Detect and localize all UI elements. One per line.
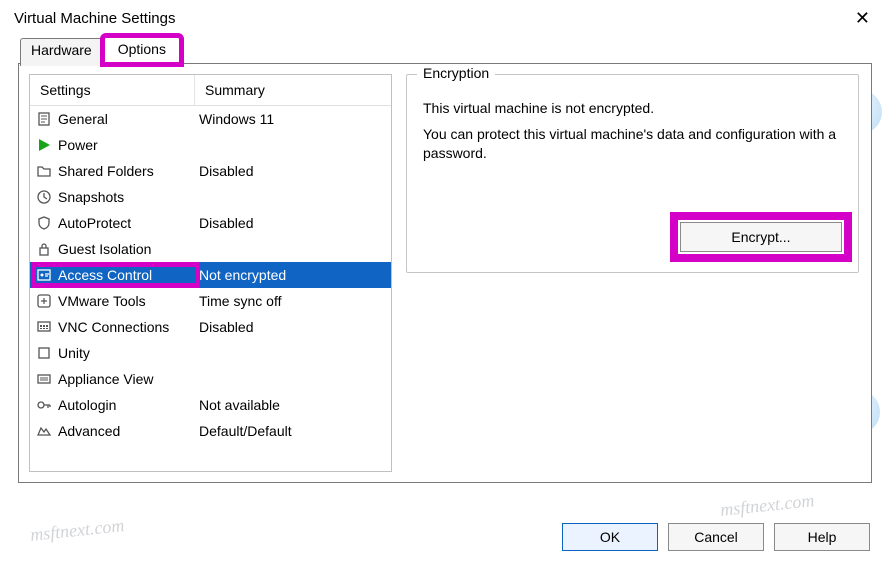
item-label: VMware Tools <box>58 293 146 309</box>
item-label: Appliance View <box>58 371 153 387</box>
list-item-vmware-tools[interactable]: VMware Tools Time sync off <box>30 288 391 314</box>
vnc-icon <box>36 319 52 335</box>
list-item-access-control[interactable]: Access Control Not encrypted <box>30 262 391 288</box>
help-button[interactable]: Help <box>774 523 870 551</box>
item-summary: Windows 11 <box>195 111 391 127</box>
list-header: Settings Summary <box>30 75 391 106</box>
item-summary: Default/Default <box>195 423 391 439</box>
encryption-desc-text: You can protect this virtual machine's d… <box>423 125 842 164</box>
item-label: Access Control <box>58 267 152 283</box>
encryption-group: Encryption This virtual machine is not e… <box>406 74 859 273</box>
encrypt-button[interactable]: Encrypt... <box>680 222 842 252</box>
watermark-text: msftnext.com <box>29 515 125 546</box>
list-item-general[interactable]: General Windows 11 <box>30 106 391 132</box>
list-item-advanced[interactable]: Advanced Default/Default <box>30 418 391 444</box>
close-icon[interactable]: ✕ <box>849 8 876 29</box>
item-summary: Not encrypted <box>195 267 391 283</box>
item-summary: Disabled <box>195 215 391 231</box>
item-label: Guest Isolation <box>58 241 151 257</box>
list-item-unity[interactable]: Unity <box>30 340 391 366</box>
content-frame: Settings Summary General Windows 11 Power S… <box>18 63 872 483</box>
tab-strip: Hardware Options <box>0 35 890 63</box>
item-label: Unity <box>58 345 90 361</box>
list-item-power[interactable]: Power <box>30 132 391 158</box>
appliance-icon <box>36 371 52 387</box>
list-item-snapshots[interactable]: Snapshots <box>30 184 391 210</box>
item-summary: Disabled <box>195 319 391 335</box>
tab-hardware[interactable]: Hardware <box>20 38 103 66</box>
group-title: Encryption <box>417 65 495 81</box>
list-item-shared-folders[interactable]: Shared Folders Disabled <box>30 158 391 184</box>
tab-options[interactable]: Options <box>103 36 181 64</box>
clock-icon <box>36 189 52 205</box>
column-header-settings[interactable]: Settings <box>30 75 195 105</box>
item-label: Snapshots <box>58 189 124 205</box>
list-item-autoprotect[interactable]: AutoProtect Disabled <box>30 210 391 236</box>
list-item-appliance-view[interactable]: Appliance View <box>30 366 391 392</box>
settings-list: Settings Summary General Windows 11 Power S… <box>29 74 392 472</box>
access-icon <box>36 267 52 283</box>
column-header-summary[interactable]: Summary <box>195 75 391 105</box>
adv-icon <box>36 423 52 439</box>
encryption-status-text: This virtual machine is not encrypted. <box>423 99 842 119</box>
item-summary: Not available <box>195 397 391 413</box>
window-title: Virtual Machine Settings <box>14 10 175 27</box>
play-icon <box>36 137 52 153</box>
item-label: Power <box>58 137 98 153</box>
shield-icon <box>36 215 52 231</box>
item-label: Advanced <box>58 423 120 439</box>
tools-icon <box>36 293 52 309</box>
folder-icon <box>36 163 52 179</box>
item-label: General <box>58 111 108 127</box>
unity-icon <box>36 345 52 361</box>
key-icon <box>36 397 52 413</box>
item-summary: Time sync off <box>195 293 391 309</box>
ok-button[interactable]: OK <box>562 523 658 551</box>
list-item-vnc-connections[interactable]: VNC Connections Disabled <box>30 314 391 340</box>
doc-icon <box>36 111 52 127</box>
item-summary: Disabled <box>195 163 391 179</box>
list-item-autologin[interactable]: Autologin Not available <box>30 392 391 418</box>
list-item-guest-isolation[interactable]: Guest Isolation <box>30 236 391 262</box>
detail-pane: Encryption This virtual machine is not e… <box>400 64 871 482</box>
cancel-button[interactable]: Cancel <box>668 523 764 551</box>
lock-icon <box>36 241 52 257</box>
item-label: Autologin <box>58 397 116 413</box>
item-label: AutoProtect <box>58 215 131 231</box>
item-label: Shared Folders <box>58 163 154 179</box>
footer-buttons: OK Cancel Help <box>562 523 870 551</box>
watermark-text: msftnext.com <box>719 490 815 521</box>
item-label: VNC Connections <box>58 319 169 335</box>
